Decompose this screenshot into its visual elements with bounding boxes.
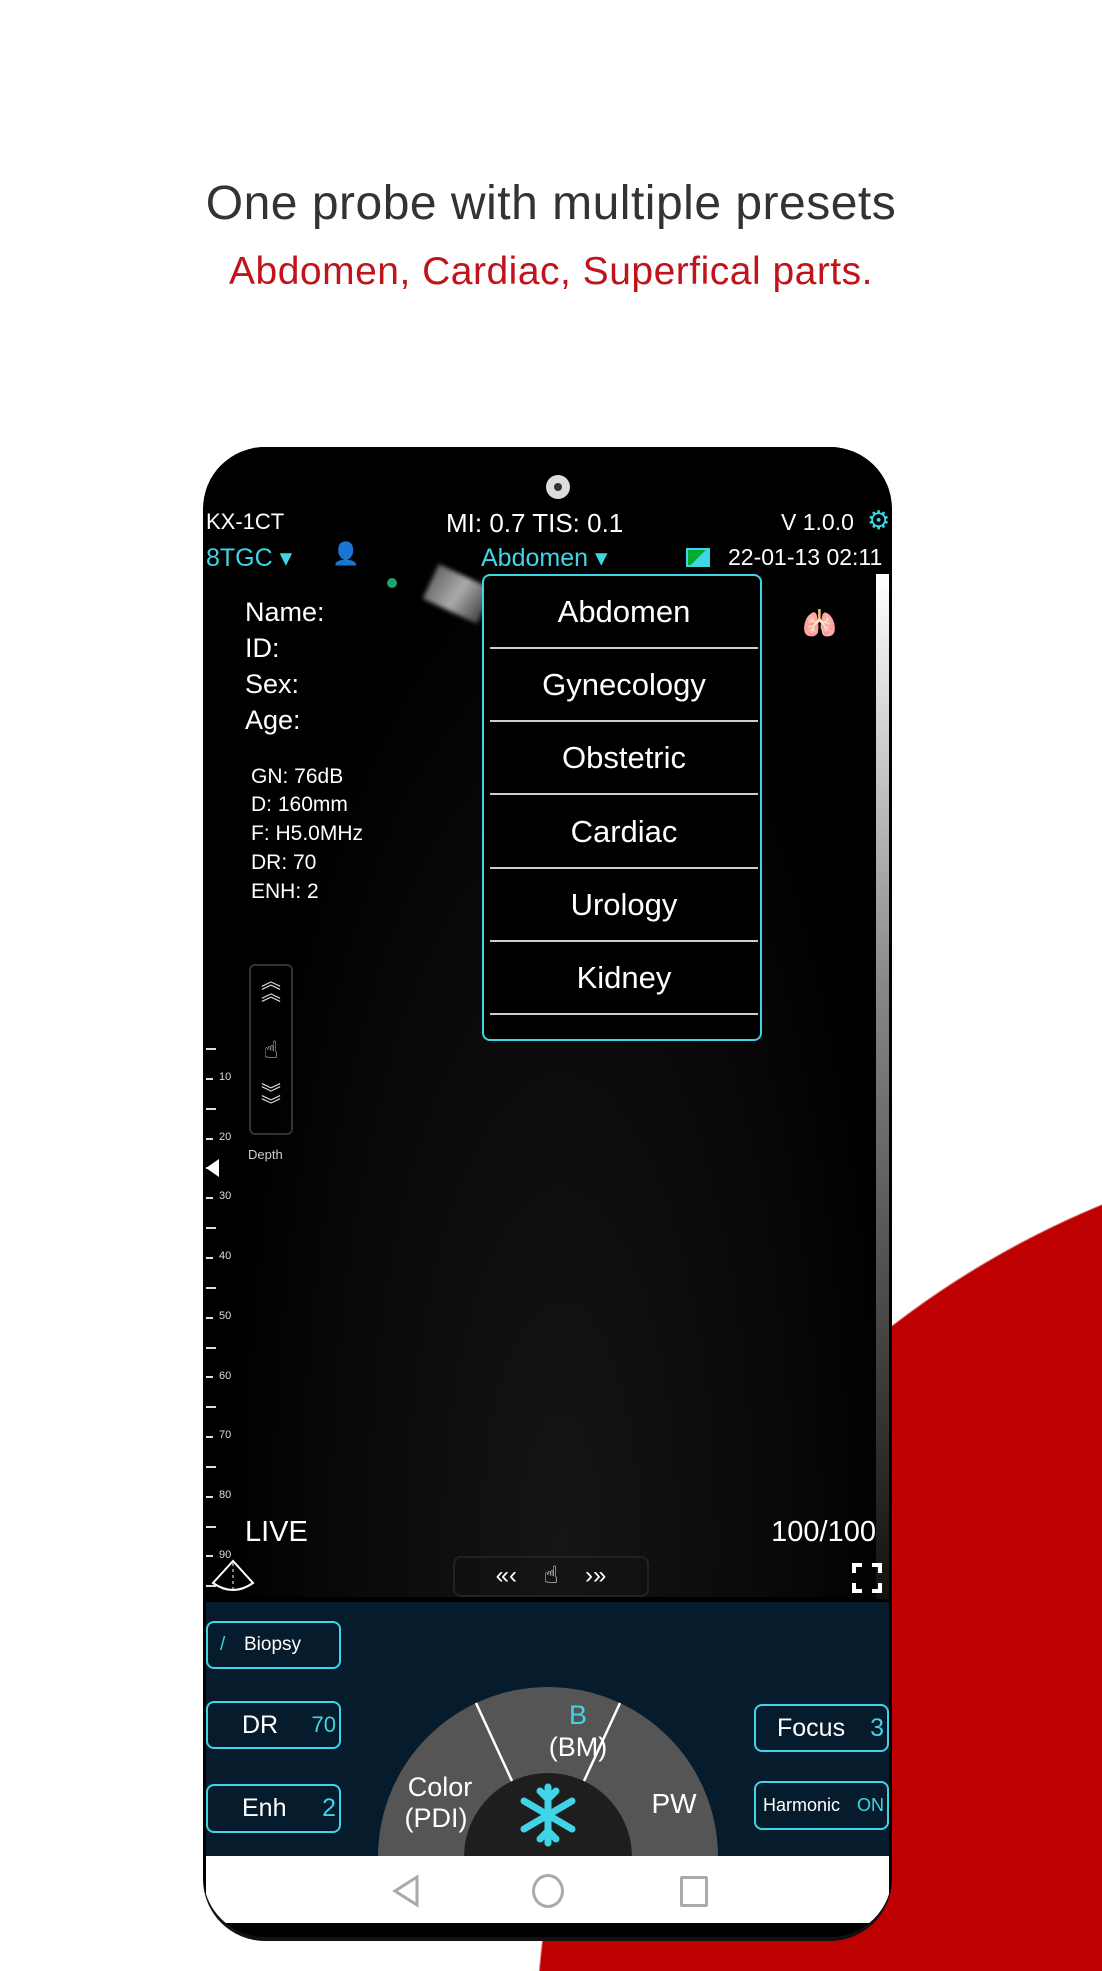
ruler-label: 10 — [219, 1071, 232, 1083]
depth-control[interactable]: ︽ ︽ ☝ ︾ ︾ — [249, 964, 293, 1135]
preset-dropdown[interactable]: Abdomen ▾ — [481, 543, 608, 573]
patient-name: Name: — [245, 597, 325, 627]
ruler-tick — [206, 1256, 213, 1259]
ruler-tick — [206, 1048, 216, 1050]
hand-drag-icon: ☝ — [263, 1037, 279, 1064]
phone-frame: KX-1CT MI: 0.7 TIS: 0.1 V 1.0.0 ⚙ 8TGC ▾… — [203, 447, 892, 1937]
enh-button[interactable]: Enh 2 — [206, 1784, 341, 1833]
gain-readout: GN: 76dB — [251, 765, 344, 788]
focus-label: Focus — [777, 1714, 846, 1742]
forward-icon[interactable]: ›» — [585, 1562, 606, 1589]
mode-bm[interactable]: (BM) — [528, 1732, 628, 1763]
ruler-label: 30 — [219, 1190, 232, 1203]
control-panel: / Biopsy DR 70 Enh 2 Focus 3 Harmonic ON B (B… — [206, 1602, 889, 1857]
ruler-tick — [206, 1137, 213, 1140]
harmonic-label: Harmonic — [763, 1795, 841, 1815]
preset-option[interactable]: Abdomen — [490, 576, 758, 649]
preset-option[interactable]: Cardiac — [490, 796, 758, 869]
datetime: 22-01-13 02:11 — [728, 544, 883, 570]
enh-value: 2 — [322, 1794, 336, 1822]
patient-icon[interactable]: 👤 — [332, 541, 359, 567]
recents-icon[interactable] — [680, 1876, 708, 1907]
focus-button[interactable]: Focus 3 — [754, 1704, 889, 1752]
preset-menu: Abdomen Gynecology Obstetric Cardiac Urology… — [482, 574, 762, 1041]
ruler-tick — [206, 1286, 216, 1289]
front-camera — [546, 475, 570, 499]
depth-down-icon[interactable]: ︾ ︾ — [251, 1084, 291, 1116]
frame-counter: 100/100 — [771, 1516, 876, 1548]
ruler-label: 40 — [219, 1250, 232, 1263]
home-icon[interactable] — [532, 1874, 564, 1908]
biopsy-button[interactable]: / Biopsy — [206, 1621, 341, 1669]
focus-value: 3 — [870, 1714, 884, 1742]
preset-option[interactable]: Kidney — [490, 942, 758, 1015]
ultrasound-screen: KX-1CT MI: 0.7 TIS: 0.1 V 1.0.0 ⚙ 8TGC ▾… — [206, 447, 889, 1923]
depth-readout: D: 160mm — [251, 793, 348, 816]
ruler-label: 50 — [219, 1309, 232, 1322]
ruler-tick — [206, 1077, 213, 1080]
frequency-readout: F: H5.0MHz — [251, 822, 364, 845]
depth-label: Depth — [248, 1147, 283, 1162]
preset-option[interactable]: Gynecology — [490, 649, 758, 723]
ruler-tick — [206, 1555, 213, 1558]
live-status: LIVE — [245, 1516, 308, 1548]
dr-value: 70 — [311, 1712, 336, 1737]
gear-icon[interactable]: ⚙ — [867, 505, 889, 536]
focus-marker — [206, 1159, 219, 1177]
cine-scroll-control[interactable]: «‹ ☝ ›» — [453, 1556, 649, 1597]
ruler-tick — [206, 1107, 216, 1110]
rewind-icon[interactable]: «‹ — [496, 1562, 517, 1589]
patient-age: Age: — [245, 705, 301, 735]
ruler-label: 80 — [219, 1488, 232, 1501]
ruler-label: 60 — [219, 1369, 232, 1382]
depth-up-icon[interactable]: ︽ ︽ — [251, 972, 291, 1004]
biopsy-label: Biopsy — [244, 1634, 302, 1655]
mode-color[interactable]: Color — [390, 1772, 490, 1803]
ruler-tick — [206, 1376, 213, 1379]
version: V 1.0.0 — [781, 509, 854, 535]
patient-id: ID: — [245, 633, 280, 663]
harmonic-value: ON — [857, 1795, 884, 1815]
liver-icon[interactable]: 🫁 — [802, 607, 837, 640]
grayscale-bar — [876, 574, 889, 1599]
ruler-tick — [206, 1436, 213, 1439]
mode-pdi[interactable]: (PDI) — [386, 1803, 486, 1834]
preset-option[interactable]: Urology — [490, 869, 758, 942]
image-icon[interactable] — [686, 548, 710, 567]
dr-button[interactable]: DR 70 — [206, 1701, 341, 1749]
ruler-tick — [206, 1525, 216, 1528]
hand-swipe-icon: ☝ — [543, 1562, 559, 1589]
ruler-tick — [206, 1495, 213, 1498]
android-nav-bar — [206, 1856, 889, 1923]
ruler-tick — [206, 1465, 216, 1468]
preset-option[interactable]: Obstetric — [490, 722, 758, 796]
fullscreen-icon[interactable] — [852, 1563, 882, 1593]
enh-label: Enh — [242, 1794, 287, 1822]
mi-tis-readout: MI: 0.7 TIS: 0.1 — [446, 508, 624, 538]
mode-pw[interactable]: PW — [644, 1788, 704, 1820]
ruler-tick — [206, 1406, 216, 1409]
ruler-tick — [206, 1197, 213, 1200]
subheadline: Abdomen, Cardiac, Superfical parts. — [229, 250, 873, 293]
sector-icon[interactable] — [211, 1559, 255, 1595]
back-icon[interactable] — [391, 1874, 421, 1908]
enh-readout: ENH: 2 — [251, 880, 319, 903]
dr-label: DR — [242, 1711, 279, 1739]
needle-icon: / — [220, 1634, 226, 1655]
mode-b[interactable]: B — [528, 1700, 628, 1731]
headline: One probe with multiple presets — [205, 177, 897, 230]
ruler-label: 20 — [219, 1130, 232, 1143]
harmonic-button[interactable]: Harmonic ON — [754, 1781, 889, 1830]
ruler-tick — [206, 1227, 216, 1230]
depth-ruler: 102030405060708090100110120130140150160 — [206, 447, 246, 1919]
ruler-tick — [206, 1346, 216, 1349]
ruler-label: 70 — [219, 1429, 232, 1442]
patient-sex: Sex: — [245, 669, 300, 699]
dr-readout: DR: 70 — [251, 851, 317, 874]
orientation-marker — [387, 578, 397, 588]
ruler-tick — [206, 1316, 213, 1319]
